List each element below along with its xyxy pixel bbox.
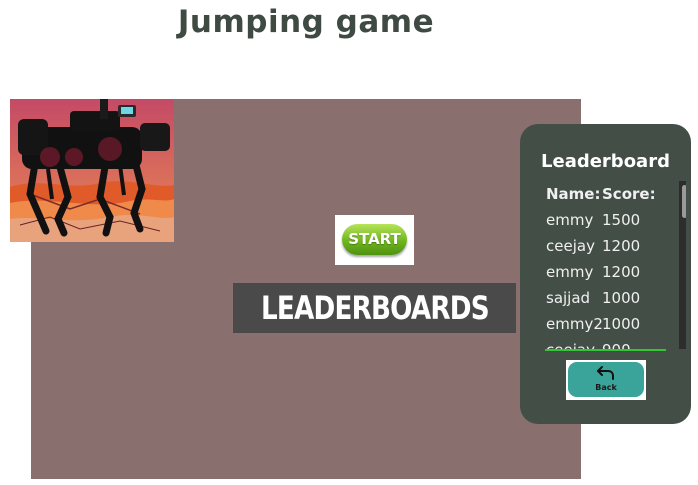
start-button[interactable]: START bbox=[335, 215, 414, 265]
leaderboards-button-label: LEADERBOARDS bbox=[260, 289, 490, 327]
back-button-face: Back bbox=[568, 362, 644, 397]
player-name: emmy bbox=[546, 211, 594, 229]
scrollbar-thumb[interactable] bbox=[682, 185, 686, 218]
leaderboard-divider bbox=[545, 349, 666, 351]
leaderboard-scrollbar[interactable] bbox=[679, 181, 686, 349]
player-score: 1000 bbox=[602, 315, 641, 333]
player-name: ceejay bbox=[546, 341, 595, 349]
name-column-header: Name: bbox=[546, 185, 601, 203]
player-score: 900 bbox=[602, 341, 631, 349]
player-score: 1500 bbox=[602, 211, 641, 229]
start-button-label: START bbox=[342, 224, 407, 255]
undo-arrow-icon bbox=[597, 366, 614, 380]
page-title: Jumping game bbox=[177, 4, 435, 40]
player-name: emmy2 bbox=[546, 315, 603, 333]
leaderboard-list[interactable]: Name: Score: emmy 1500 ceejay 1200 emmy … bbox=[545, 181, 686, 349]
player-name: sajjad bbox=[546, 289, 591, 307]
back-button[interactable]: Back bbox=[566, 360, 646, 400]
player-name: emmy bbox=[546, 263, 594, 281]
player-score: 1200 bbox=[602, 263, 641, 281]
back-button-label: Back bbox=[595, 383, 617, 392]
player-name: ceejay bbox=[546, 237, 595, 255]
score-column-header: Score: bbox=[602, 185, 656, 203]
leaderboards-button[interactable]: LEADERBOARDS bbox=[233, 283, 516, 333]
player-score: 1200 bbox=[602, 237, 641, 255]
robot-dog-sprite-image bbox=[10, 99, 174, 242]
player-score: 1000 bbox=[602, 289, 641, 307]
leaderboard-title: Leaderboard bbox=[541, 151, 670, 172]
